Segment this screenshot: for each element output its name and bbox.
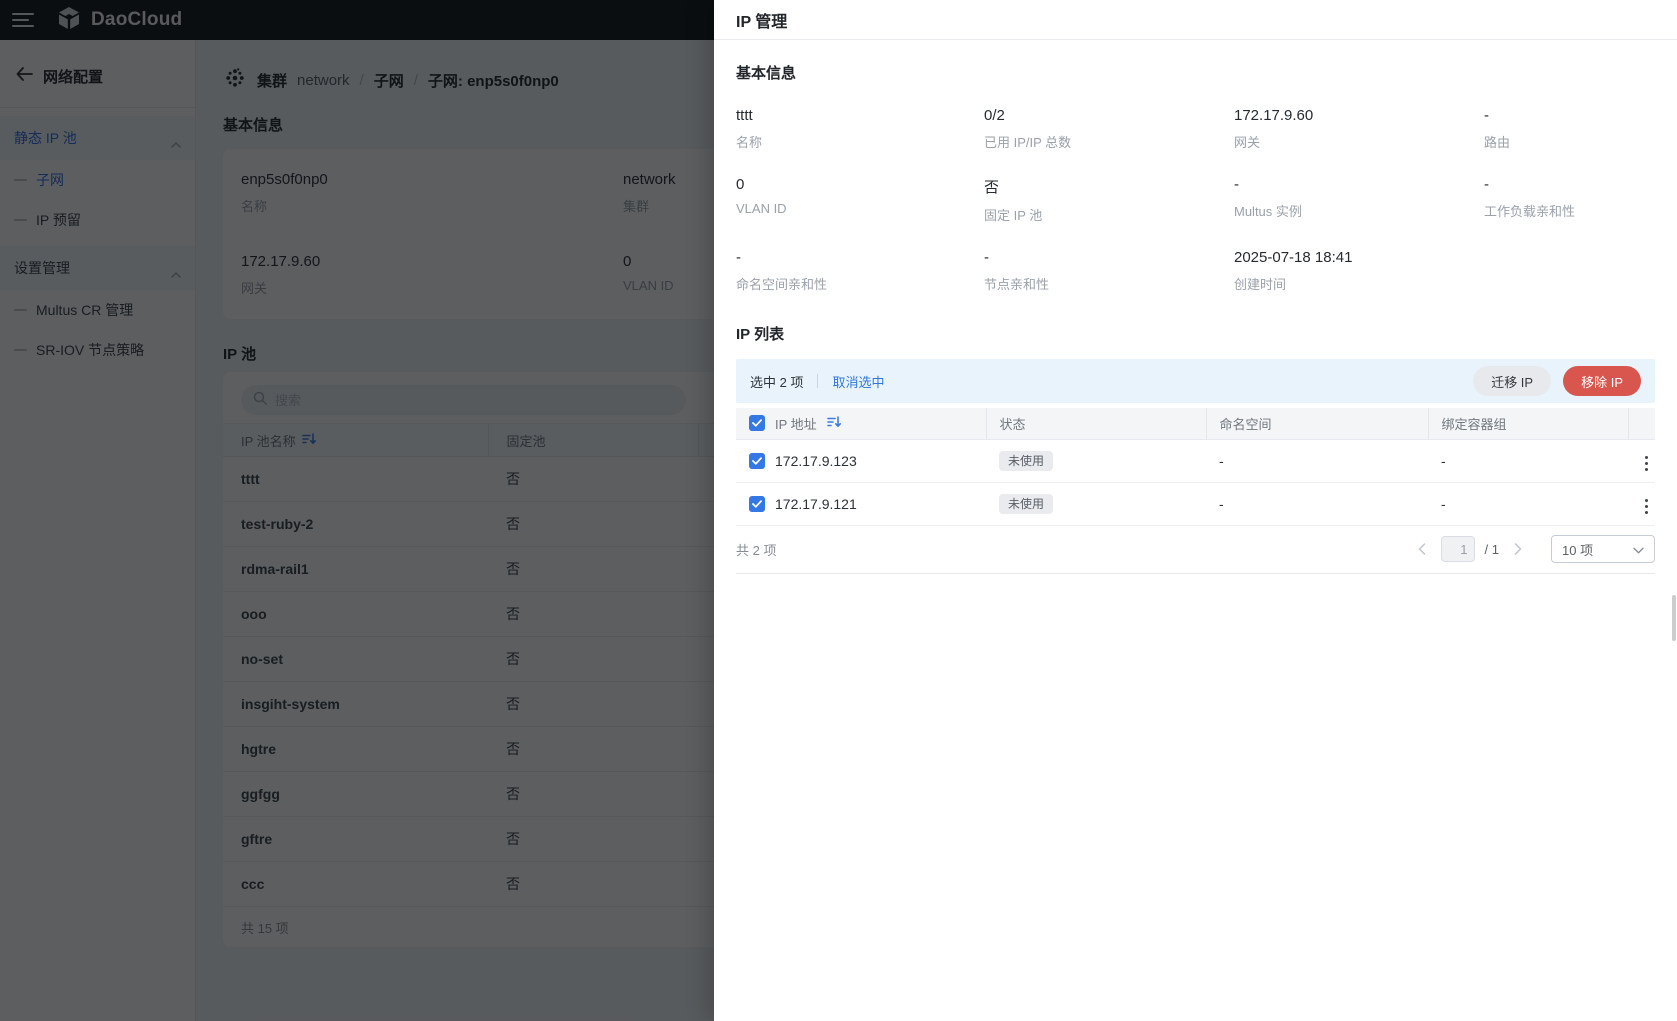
table-row[interactable]: 172.17.9.121 未使用 - - [736,482,1655,525]
namespace-cell: - [1206,439,1428,482]
drawer-basic-info-grid: tttt名称 0/2已用 IP/IP 总数 172.17.9.60网关 -路由 … [736,107,1655,293]
selection-count: 选中 2 项 [750,372,803,391]
field-value: - [984,249,1234,266]
field-value: - [1484,107,1655,124]
drawer-ip-table: IP 地址 状态 命名空间 绑定容器组 [736,408,1655,526]
field: 172.17.9.60 网关 [1234,107,1484,151]
column-header-ip[interactable]: IP 地址 [736,408,986,439]
pod-cell: - [1428,439,1628,482]
field-value: 0 [736,176,984,193]
page-size-select[interactable]: 10 项 [1551,535,1655,563]
remove-ip-button[interactable]: 移除 IP [1563,366,1641,396]
row-checkbox[interactable] [749,496,765,512]
scrollbar-thumb[interactable] [1672,595,1676,641]
divider [817,374,818,388]
drawer-header: IP 管理 [714,0,1677,40]
column-header-actions [1628,408,1655,439]
kebab-menu-icon[interactable] [1641,495,1652,518]
sort-icon[interactable] [827,416,841,431]
clear-selection-link[interactable]: 取消选中 [832,372,884,391]
ip-address: 172.17.9.121 [775,496,857,512]
field-value: tttt [736,107,984,124]
field: - 节点亲和性 [984,249,1234,293]
drawer-ip-list-title: IP 列表 [736,323,1655,344]
ip-address: 172.17.9.123 [775,453,857,469]
field: - 工作负载亲和性 [1484,176,1655,224]
column-label: IP 地址 [775,414,817,433]
field-label: 路由 [1484,132,1655,151]
field: - Multus 实例 [1234,176,1484,224]
drawer-basic-info-title: 基本信息 [736,62,1655,83]
column-header-pod: 绑定容器组 [1428,408,1628,439]
field: 0/2 已用 IP/IP 总数 [984,107,1234,151]
page-size-value: 10 项 [1562,540,1633,559]
status-badge: 未使用 [999,494,1053,514]
field-value: 2025-07-18 18:41 [1234,249,1484,266]
prev-page-icon[interactable] [1413,540,1431,558]
status-badge: 未使用 [999,451,1053,471]
modal-overlay[interactable] [0,0,714,1021]
app-root: DaoCloud 网络配置 静态 IP 池 子网 IP 预留 设置管理 [0,0,1677,1021]
field-value: - [736,249,984,266]
field-label: 已用 IP/IP 总数 [984,132,1234,151]
field-value: - [1234,176,1484,193]
page-total: / 1 [1485,542,1499,557]
selection-bar: 选中 2 项 取消选中 迁移 IP 移除 IP [736,359,1655,403]
page-number-input[interactable] [1441,536,1475,562]
field-value: 否 [984,176,1234,197]
field-label: VLAN ID [736,201,984,216]
column-header-namespace: 命名空间 [1206,408,1428,439]
row-checkbox[interactable] [749,453,765,469]
field-label: 创建时间 [1234,274,1484,293]
ip-management-drawer: IP 管理 基本信息 tttt 名称 0/2 已用 IP/IP 总数 172.17.… [714,0,1677,1021]
field: tttt 名称 [736,107,984,151]
field-label: 名称 [736,132,984,151]
column-header-status: 状态 [986,408,1206,439]
pod-cell: - [1428,482,1628,525]
next-page-icon[interactable] [1509,540,1527,558]
drawer-title: IP 管理 [736,8,787,32]
field-label: 网关 [1234,132,1484,151]
field-label: Multus 实例 [1234,201,1484,220]
namespace-cell: - [1206,482,1428,525]
field: - 路由 [1484,107,1655,151]
pagination: / 1 10 项 [1413,535,1655,563]
field-value: - [1484,176,1655,193]
total-count: 共 2 项 [736,540,776,559]
select-all-checkbox[interactable] [749,415,765,431]
migrate-ip-button[interactable]: 迁移 IP [1473,366,1551,396]
field-label: 工作负载亲和性 [1484,201,1655,220]
field-value: 0/2 [984,107,1234,124]
field: 0 VLAN ID [736,176,984,224]
field: 2025-07-18 18:41 创建时间 [1234,249,1484,293]
table-row[interactable]: 172.17.9.123 未使用 - - [736,439,1655,482]
kebab-menu-icon[interactable] [1641,452,1652,475]
table-footer: 共 2 项 / 1 10 项 [736,526,1655,574]
field-value: 172.17.9.60 [1234,107,1484,124]
field-label: 命名空间亲和性 [736,274,984,293]
field: - 命名空间亲和性 [736,249,984,293]
chevron-down-icon [1633,542,1644,557]
field: 否固定 IP 池 [984,176,1234,224]
field-label: 固定 IP 池 [984,205,1234,224]
field-label: 节点亲和性 [984,274,1234,293]
